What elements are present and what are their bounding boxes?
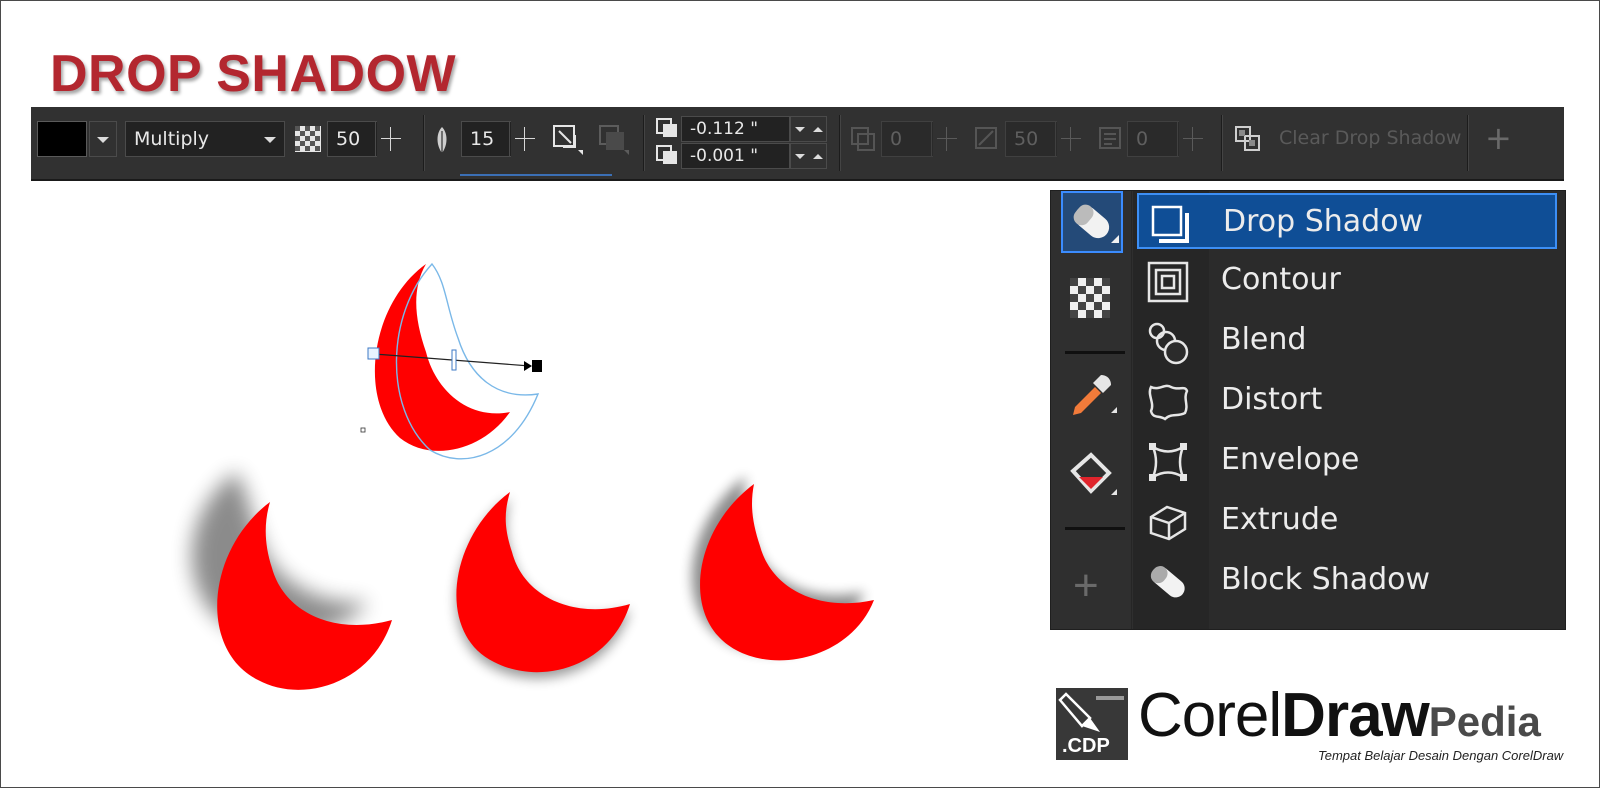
effects-flyout: + Drop Shadow Contour Blend Distort Enve… bbox=[1050, 190, 1566, 630]
opacity-checker-icon bbox=[295, 126, 321, 152]
shadow-angle-icon bbox=[851, 127, 875, 151]
menu-item-label: Contour bbox=[1221, 262, 1341, 297]
opacity-slider-handle[interactable] bbox=[451, 349, 457, 371]
brand-tagline: Tempat Belajar Desain Dengan CorelDraw bbox=[1318, 748, 1564, 763]
property-bar: Multiply 50 15 -0.112 " -0.001 " 0 50 0 … bbox=[31, 107, 1564, 181]
menu-item-label: Envelope bbox=[1221, 442, 1360, 477]
opacity-spinner[interactable] bbox=[375, 121, 405, 157]
menu-item-block-shadow[interactable]: Block Shadow bbox=[1137, 553, 1557, 609]
shadow-fade-icon bbox=[1099, 127, 1121, 149]
selected-moon-shape[interactable] bbox=[360, 262, 542, 460]
moon-shape-1 bbox=[191, 472, 392, 690]
shadow-angle-input[interactable]: 0 bbox=[881, 121, 933, 157]
offset-y-stepper[interactable] bbox=[789, 143, 827, 169]
shadow-start-handle[interactable] bbox=[367, 347, 380, 360]
effects-tool-button[interactable] bbox=[1061, 191, 1123, 253]
feather-spinner[interactable] bbox=[509, 121, 539, 157]
chevron-up-icon bbox=[813, 127, 823, 132]
shadow-stretch-icon bbox=[975, 127, 997, 149]
offset-x-input[interactable]: -0.112 " bbox=[681, 116, 791, 142]
shadow-stretch-input[interactable]: 50 bbox=[1005, 121, 1057, 157]
moon-shape-2 bbox=[456, 492, 630, 679]
menu-item-label: Extrude bbox=[1221, 502, 1339, 537]
brand-draw: Draw bbox=[1281, 681, 1430, 750]
menu-item-extrude[interactable]: Extrude bbox=[1137, 493, 1557, 549]
menu-item-label: Blend bbox=[1221, 322, 1307, 357]
toolbox-strip: + bbox=[1051, 191, 1132, 629]
add-tool-button[interactable]: + bbox=[1073, 561, 1099, 611]
chevron-up-icon bbox=[813, 154, 823, 159]
moon-shape-3 bbox=[692, 476, 874, 661]
menu-item-blend[interactable]: Blend bbox=[1137, 313, 1557, 369]
menu-item-envelope[interactable]: Envelope bbox=[1137, 433, 1557, 489]
shadow-angle-value: 0 bbox=[890, 128, 903, 150]
offset-y-icon bbox=[656, 145, 677, 164]
logo-badge-text: .CDP bbox=[1062, 735, 1110, 757]
feather-value: 15 bbox=[470, 128, 495, 150]
menu-item-contour[interactable]: Contour bbox=[1137, 253, 1557, 309]
shadow-stretch-value: 50 bbox=[1014, 128, 1039, 150]
menu-item-label: Distort bbox=[1221, 382, 1323, 417]
pen-nib-icon bbox=[1058, 692, 1124, 732]
chevron-down-icon bbox=[264, 137, 276, 143]
chevron-down-icon bbox=[795, 127, 805, 132]
block-shadow-icon bbox=[1150, 566, 1185, 598]
merge-mode-value: Multiply bbox=[134, 128, 210, 150]
menu-item-label: Block Shadow bbox=[1221, 562, 1431, 597]
offset-x-stepper[interactable] bbox=[789, 116, 827, 142]
cdp-logo-badge: .CDP bbox=[1056, 688, 1128, 760]
offset-y-input[interactable]: -0.001 " bbox=[681, 143, 791, 169]
feather-input[interactable]: 15 bbox=[461, 121, 511, 157]
shadow-end-handle[interactable] bbox=[532, 360, 542, 372]
interactive-fill-tool-button[interactable] bbox=[1061, 445, 1123, 507]
brand-wordmark: CorelDrawPedia bbox=[1138, 680, 1541, 751]
opacity-value: 50 bbox=[336, 128, 361, 150]
offset-y-value: -0.001 " bbox=[690, 146, 759, 166]
clear-drop-shadow-button[interactable]: Clear Drop Shadow bbox=[1279, 127, 1461, 149]
block-shadow-tool-icon bbox=[1073, 204, 1119, 243]
feather-direction-icon[interactable] bbox=[551, 123, 585, 157]
drop-shadow-icon bbox=[1151, 205, 1189, 243]
shadow-angle-spinner[interactable] bbox=[931, 121, 961, 157]
blend-icon bbox=[1148, 322, 1189, 365]
brand-corel: Corel bbox=[1138, 681, 1282, 750]
opacity-input[interactable]: 50 bbox=[327, 121, 377, 157]
contour-icon bbox=[1147, 261, 1189, 303]
shadow-color-picker[interactable] bbox=[37, 121, 87, 157]
canvas-artwork bbox=[191, 262, 874, 690]
envelope-icon bbox=[1149, 443, 1187, 481]
transparency-checker-icon bbox=[1070, 278, 1110, 318]
shadow-fade-spinner[interactable] bbox=[1177, 121, 1207, 157]
shadow-fade-input[interactable]: 0 bbox=[1127, 121, 1179, 157]
offset-x-icon bbox=[656, 118, 677, 137]
copy-shadow-properties-icon[interactable] bbox=[1233, 124, 1263, 154]
chevron-down-icon bbox=[97, 137, 109, 143]
menu-item-label: Drop Shadow bbox=[1223, 204, 1424, 239]
feather-icon bbox=[437, 127, 447, 153]
paint-bucket-icon bbox=[1070, 452, 1117, 495]
chevron-down-icon bbox=[795, 154, 805, 159]
shadow-fade-value: 0 bbox=[1136, 128, 1149, 150]
menu-item-drop-shadow[interactable]: Drop Shadow bbox=[1137, 193, 1557, 249]
add-property-button[interactable]: + bbox=[1485, 119, 1512, 157]
shadow-stretch-spinner[interactable] bbox=[1055, 121, 1085, 157]
offset-x-value: -0.112 " bbox=[690, 119, 759, 139]
transparency-tool-button[interactable] bbox=[1061, 269, 1123, 331]
eyedropper-icon bbox=[1073, 375, 1117, 415]
feather-underline bbox=[460, 174, 612, 176]
eyedropper-tool-button[interactable] bbox=[1061, 367, 1123, 429]
page-title: DROP SHADOW bbox=[50, 45, 457, 103]
merge-mode-select[interactable]: Multiply bbox=[125, 121, 285, 157]
menu-item-distort[interactable]: Distort bbox=[1137, 373, 1557, 429]
brand-pedia: Pedia bbox=[1428, 698, 1541, 745]
shadow-color-dropdown-button[interactable] bbox=[89, 121, 117, 157]
distort-icon bbox=[1148, 384, 1189, 421]
extrude-icon bbox=[1149, 505, 1187, 541]
feather-edges-icon bbox=[599, 125, 629, 155]
